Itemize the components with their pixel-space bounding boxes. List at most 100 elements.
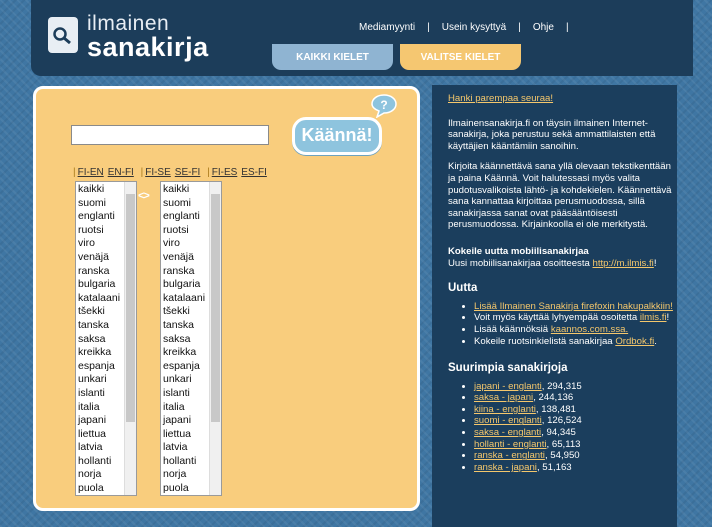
list-item: ranska - englanti, 54,950 [474, 450, 673, 462]
nav-separator: | [427, 22, 430, 33]
language-option[interactable]: liettua [163, 428, 205, 442]
language-option[interactable]: kaikki [78, 183, 120, 197]
language-option[interactable]: katalaani [78, 292, 120, 306]
language-option[interactable]: saksa [78, 333, 120, 347]
language-option[interactable]: norja [78, 468, 120, 482]
language-option[interactable]: englanti [163, 210, 205, 224]
tab-select-languages[interactable]: VALITSE KIELET [400, 44, 521, 70]
nav-mediamyynti[interactable]: Mediamyynti [359, 22, 415, 33]
language-option[interactable]: kreikka [78, 346, 120, 360]
language-option[interactable]: latvia [163, 441, 205, 455]
language-option[interactable]: espanja [163, 360, 205, 374]
language-option[interactable]: katalaani [163, 292, 205, 306]
intro-text: Ilmainensanakirja.fi on täysin ilmainen … [448, 117, 656, 152]
follow-link[interactable]: Hanki parempaa seuraa! [448, 93, 553, 104]
list-item: saksa - japani, 244,136 [474, 392, 673, 404]
language-option[interactable]: bulgaria [163, 278, 205, 292]
search-input[interactable] [71, 125, 269, 145]
link-separator: | [207, 167, 210, 178]
language-option[interactable]: bulgaria [78, 278, 120, 292]
news-link[interactable]: Lisää Ilmainen Sanakirja firefoxin hakup… [474, 301, 673, 312]
mobile-title: Kokeile uutta mobiilisanakirjaa [448, 245, 589, 257]
language-option[interactable]: islanti [163, 387, 205, 401]
language-option[interactable]: puola [78, 482, 120, 495]
source-language-list[interactable]: kaikki suomi englanti ruotsi viro venäjä ransk… [75, 181, 137, 496]
help-bubble-icon[interactable]: ? [371, 94, 397, 118]
help-bubble-symbol: ? [380, 98, 387, 112]
language-option[interactable]: englanti [78, 210, 120, 224]
logo-text-sanakirja[interactable]: sanakirja [87, 32, 209, 63]
top-dictionaries-list: japani - englanti, 294,315 saksa - japan… [448, 381, 673, 474]
news-heading: Uutta [448, 282, 478, 295]
language-option[interactable]: suomi [78, 197, 120, 211]
link-separator: | [73, 167, 76, 178]
scrollbar-thumb[interactable] [126, 194, 135, 422]
language-option[interactable]: kaikki [163, 183, 205, 197]
nav-separator: | [518, 22, 521, 33]
language-option[interactable]: unkari [78, 373, 120, 387]
news-link[interactable]: ilmis.fi [640, 312, 667, 323]
list-item: ranska - japani, 51,163 [474, 462, 673, 474]
logo-icon[interactable] [48, 17, 78, 53]
language-option[interactable]: islanti [78, 387, 120, 401]
lang-link-fi-es[interactable]: FI-ES [212, 167, 238, 178]
language-option[interactable]: ranska [163, 265, 205, 279]
scrollbar-thumb[interactable] [211, 194, 220, 422]
language-option[interactable]: italia [78, 401, 120, 415]
language-option[interactable]: japani [163, 414, 205, 428]
language-option[interactable]: viro [78, 237, 120, 251]
language-option[interactable]: suomi [163, 197, 205, 211]
dictionary-link[interactable]: ranska - japani [474, 462, 537, 473]
lang-link-en-fi[interactable]: EN-FI [108, 167, 134, 178]
language-option[interactable]: italia [163, 401, 205, 415]
tab-all-languages[interactable]: KAIKKI KIELET [272, 44, 393, 70]
target-language-list[interactable]: kaikki suomi englanti ruotsi viro venäjä ransk… [160, 181, 222, 496]
dictionary-link[interactable]: saksa - englanti [474, 427, 541, 438]
list-item: Lisää Ilmainen Sanakirja firefoxin hakup… [474, 301, 673, 313]
language-option[interactable]: venäjä [163, 251, 205, 265]
translate-button[interactable]: Käännä! [292, 117, 382, 155]
nav-faq[interactable]: Usein kysyttyä [442, 22, 506, 33]
lang-link-fi-en[interactable]: FI-EN [78, 167, 104, 178]
language-option[interactable]: japani [78, 414, 120, 428]
language-option[interactable]: ranska [78, 265, 120, 279]
language-option[interactable]: latvia [78, 441, 120, 455]
dictionary-link[interactable]: suomi - englanti [474, 415, 542, 426]
language-option[interactable]: espanja [78, 360, 120, 374]
language-option[interactable]: saksa [163, 333, 205, 347]
magnifier-icon [53, 27, 71, 44]
lang-link-se-fi[interactable]: SE-FI [175, 167, 201, 178]
language-option[interactable]: unkari [163, 373, 205, 387]
language-option[interactable]: tanska [163, 319, 205, 333]
list-item: Kokeile ruotsinkielistä sanakirjaa Ordbo… [474, 336, 673, 348]
instructions-text: Kirjoita käännettävä sana yllä olevaan t… [448, 161, 672, 231]
language-option[interactable]: tšekki [163, 305, 205, 319]
language-option[interactable]: liettua [78, 428, 120, 442]
lang-link-es-fi[interactable]: ES-FI [241, 167, 267, 178]
mobile-text-end: ! [653, 257, 657, 269]
mobile-link[interactable]: http://m.ilmis.fi [593, 258, 654, 269]
scrollbar[interactable] [209, 182, 221, 495]
language-option[interactable]: puola [163, 482, 205, 495]
language-option[interactable]: viro [163, 237, 205, 251]
language-option[interactable]: tanska [78, 319, 120, 333]
language-option[interactable]: hollanti [78, 455, 120, 469]
language-option[interactable]: ruotsi [163, 224, 205, 238]
dictionary-link[interactable]: kiina - englanti [474, 404, 536, 415]
scrollbar[interactable] [124, 182, 136, 495]
lang-link-fi-se[interactable]: FI-SE [145, 167, 171, 178]
dictionary-link[interactable]: japani - englanti [474, 381, 542, 392]
language-option[interactable]: norja [163, 468, 205, 482]
language-option[interactable]: tšekki [78, 305, 120, 319]
news-link[interactable]: kaannos.com.ssa. [551, 324, 628, 335]
swap-languages-icon[interactable]: <> [138, 190, 150, 202]
dictionary-link[interactable]: hollanti - englanti [474, 439, 547, 450]
language-option[interactable]: hollanti [163, 455, 205, 469]
nav-help[interactable]: Ohje [533, 22, 554, 33]
dictionary-link[interactable]: saksa - japani [474, 392, 533, 403]
language-option[interactable]: venäjä [78, 251, 120, 265]
dictionary-link[interactable]: ranska - englanti [474, 450, 545, 461]
news-link[interactable]: Ordbok.fi [615, 336, 654, 347]
language-option[interactable]: ruotsi [78, 224, 120, 238]
language-option[interactable]: kreikka [163, 346, 205, 360]
